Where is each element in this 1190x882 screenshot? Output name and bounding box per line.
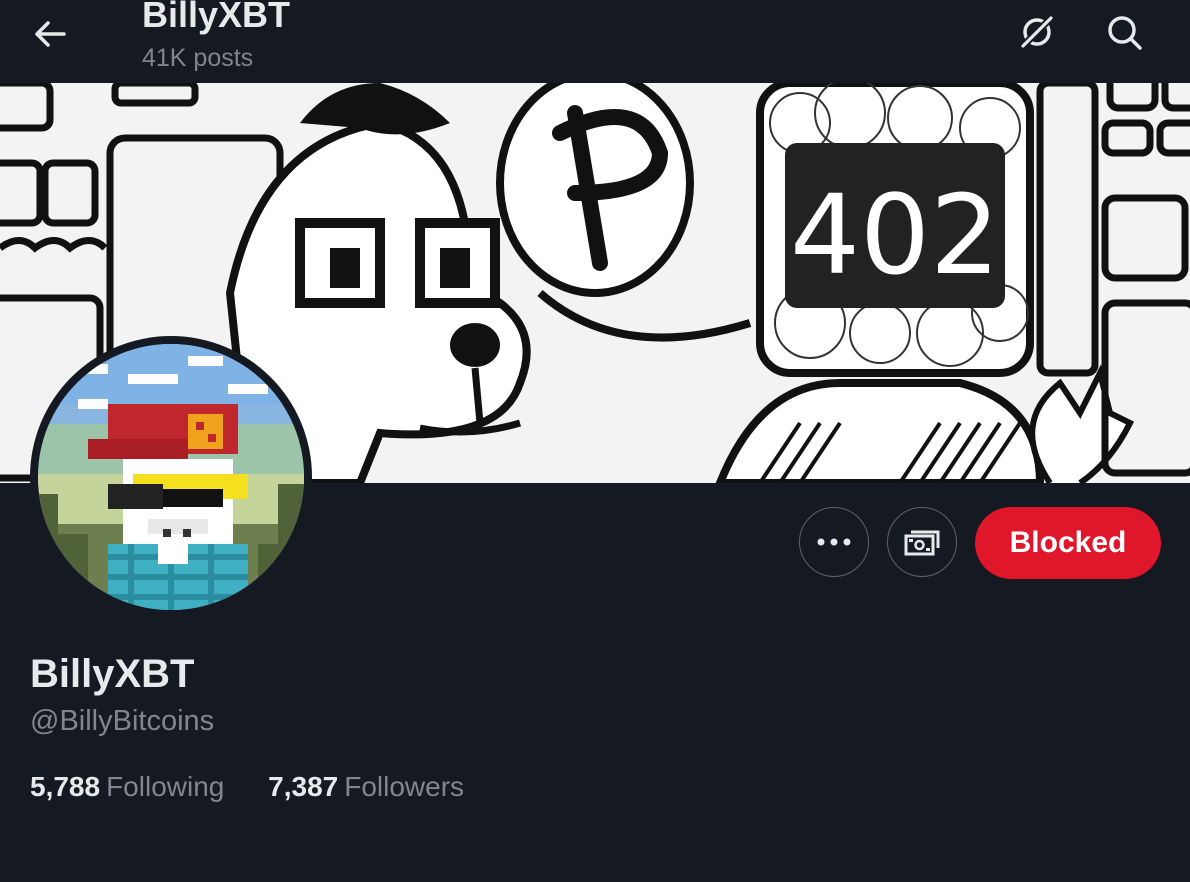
following-count: 5,788 — [30, 771, 101, 802]
back-button[interactable] — [30, 14, 70, 54]
following-label: Following — [106, 771, 225, 802]
more-horizontal-icon — [817, 538, 851, 546]
user-handle: @BillyBitcoins — [30, 705, 215, 737]
tip-button[interactable] — [887, 507, 957, 577]
search-icon — [1108, 16, 1142, 50]
display-name: BillyXBT — [30, 652, 195, 696]
blocked-button[interactable]: Blocked — [975, 507, 1161, 579]
header-post-count: 41K posts — [142, 44, 254, 72]
follow-stats: 5,788 Following 7,387 Followers — [30, 771, 500, 803]
following-link[interactable]: 5,788 Following — [30, 771, 224, 803]
grok-button[interactable] — [1015, 10, 1059, 54]
search-button[interactable] — [1102, 10, 1146, 54]
grok-icon — [1019, 14, 1055, 50]
arrow-left-icon — [35, 21, 66, 47]
banner-402-text: 402 — [790, 171, 1000, 299]
followers-count: 7,387 — [268, 771, 339, 802]
top-bar: BillyXBT 41K posts — [0, 0, 1190, 83]
avatar[interactable] — [38, 344, 304, 610]
avatar-frame — [30, 336, 312, 618]
money-icon — [904, 530, 940, 556]
avatar-image — [38, 344, 304, 610]
header-title: BillyXBT — [142, 0, 291, 35]
followers-label: Followers — [344, 771, 465, 802]
followers-link[interactable]: 7,387 Followers — [268, 771, 464, 803]
more-button[interactable] — [799, 507, 869, 577]
